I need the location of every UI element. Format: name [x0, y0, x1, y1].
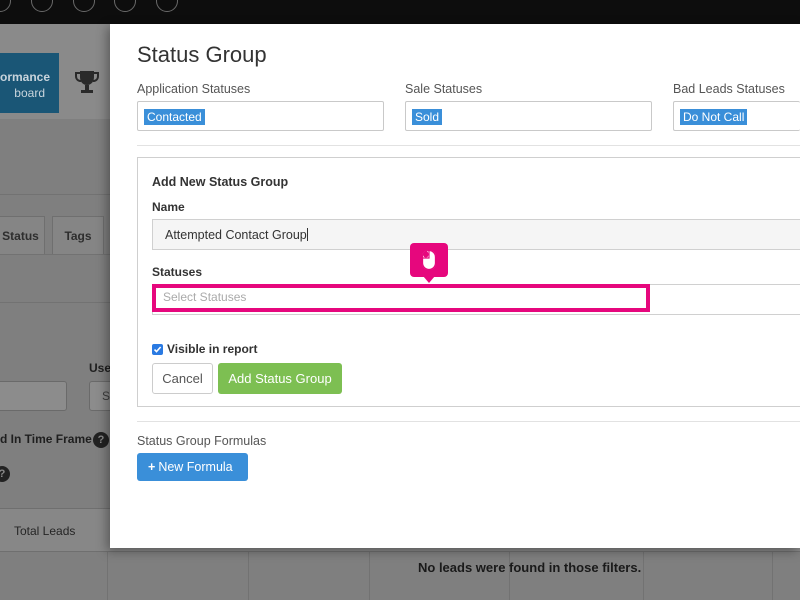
- status-chip[interactable]: Contacted: [144, 109, 205, 125]
- bad-leads-statuses-label: Bad Leads Statuses: [673, 82, 785, 96]
- sale-statuses-field[interactable]: Sold: [405, 101, 652, 131]
- column-separator: [248, 552, 249, 600]
- application-statuses-label: Application Statuses: [137, 82, 251, 96]
- divider: [0, 194, 110, 195]
- divider: [0, 302, 110, 303]
- mouse-icon: [421, 249, 437, 271]
- name-label: Name: [152, 200, 185, 214]
- click-hint-tooltip: [410, 243, 448, 283]
- tile-sublabel: board: [14, 86, 45, 100]
- sale-statuses-label: Sale Statuses: [405, 82, 483, 96]
- modal-title: Status Group: [137, 42, 267, 67]
- status-group-formulas-label: Status Group Formulas: [137, 434, 267, 448]
- cancel-button[interactable]: Cancel: [152, 363, 213, 394]
- form-title: Add New Status Group: [152, 175, 289, 189]
- top-bar: [0, 0, 800, 24]
- tile-label: ormance: [0, 70, 51, 84]
- application-statuses-field[interactable]: Contacted: [137, 101, 384, 131]
- divider: [137, 145, 800, 146]
- tab-status[interactable]: Status: [0, 216, 45, 254]
- filter-input[interactable]: [0, 381, 67, 411]
- status-group-modal: Status Group Application Statuses Contac…: [110, 24, 800, 548]
- trophy-icon[interactable]: [73, 68, 101, 96]
- new-formula-button[interactable]: + New Formula: [137, 453, 248, 481]
- topbar-icon[interactable]: [73, 0, 95, 12]
- column-separator: [643, 552, 644, 600]
- visible-in-report-checkbox[interactable]: [152, 344, 163, 355]
- status-chip[interactable]: Sold: [412, 109, 443, 125]
- topbar-icon[interactable]: [114, 0, 136, 12]
- plus-icon: +: [148, 460, 156, 474]
- topbar-icon[interactable]: [0, 0, 11, 12]
- topbar-icon[interactable]: [31, 0, 53, 12]
- status-chip[interactable]: Do Not Call: [680, 109, 748, 125]
- divider: [0, 254, 110, 255]
- text-caret: [306, 228, 308, 241]
- empty-table-message: No leads were found in those filters.: [418, 560, 642, 575]
- performance-dashboard-tile[interactable]: ormance board: [0, 53, 59, 113]
- divider: [137, 421, 800, 422]
- topbar-icon[interactable]: [156, 0, 178, 12]
- column-separator: [369, 552, 370, 600]
- help-icon[interactable]: ?: [93, 432, 109, 448]
- visible-in-report-label: Visible in report: [167, 342, 258, 356]
- name-input[interactable]: Attempted Contact Group: [152, 219, 800, 250]
- statuses-label: Statuses: [152, 265, 203, 279]
- check-icon: [153, 346, 162, 353]
- statuses-select-highlight[interactable]: Select Statuses: [152, 284, 650, 312]
- column-total-leads[interactable]: Total Leads: [14, 509, 75, 553]
- column-separator: [772, 552, 773, 600]
- add-status-group-button[interactable]: Add Status Group: [218, 363, 342, 394]
- tab-tags[interactable]: Tags: [52, 216, 104, 254]
- user-filter-label: Use: [89, 361, 112, 375]
- add-status-group-form: Add New Status Group Name Attempted Cont…: [137, 157, 800, 407]
- column-separator: [107, 552, 108, 600]
- bad-leads-statuses-field[interactable]: Do Not Call: [673, 101, 800, 131]
- timeframe-label: d In Time Frame: [0, 432, 92, 446]
